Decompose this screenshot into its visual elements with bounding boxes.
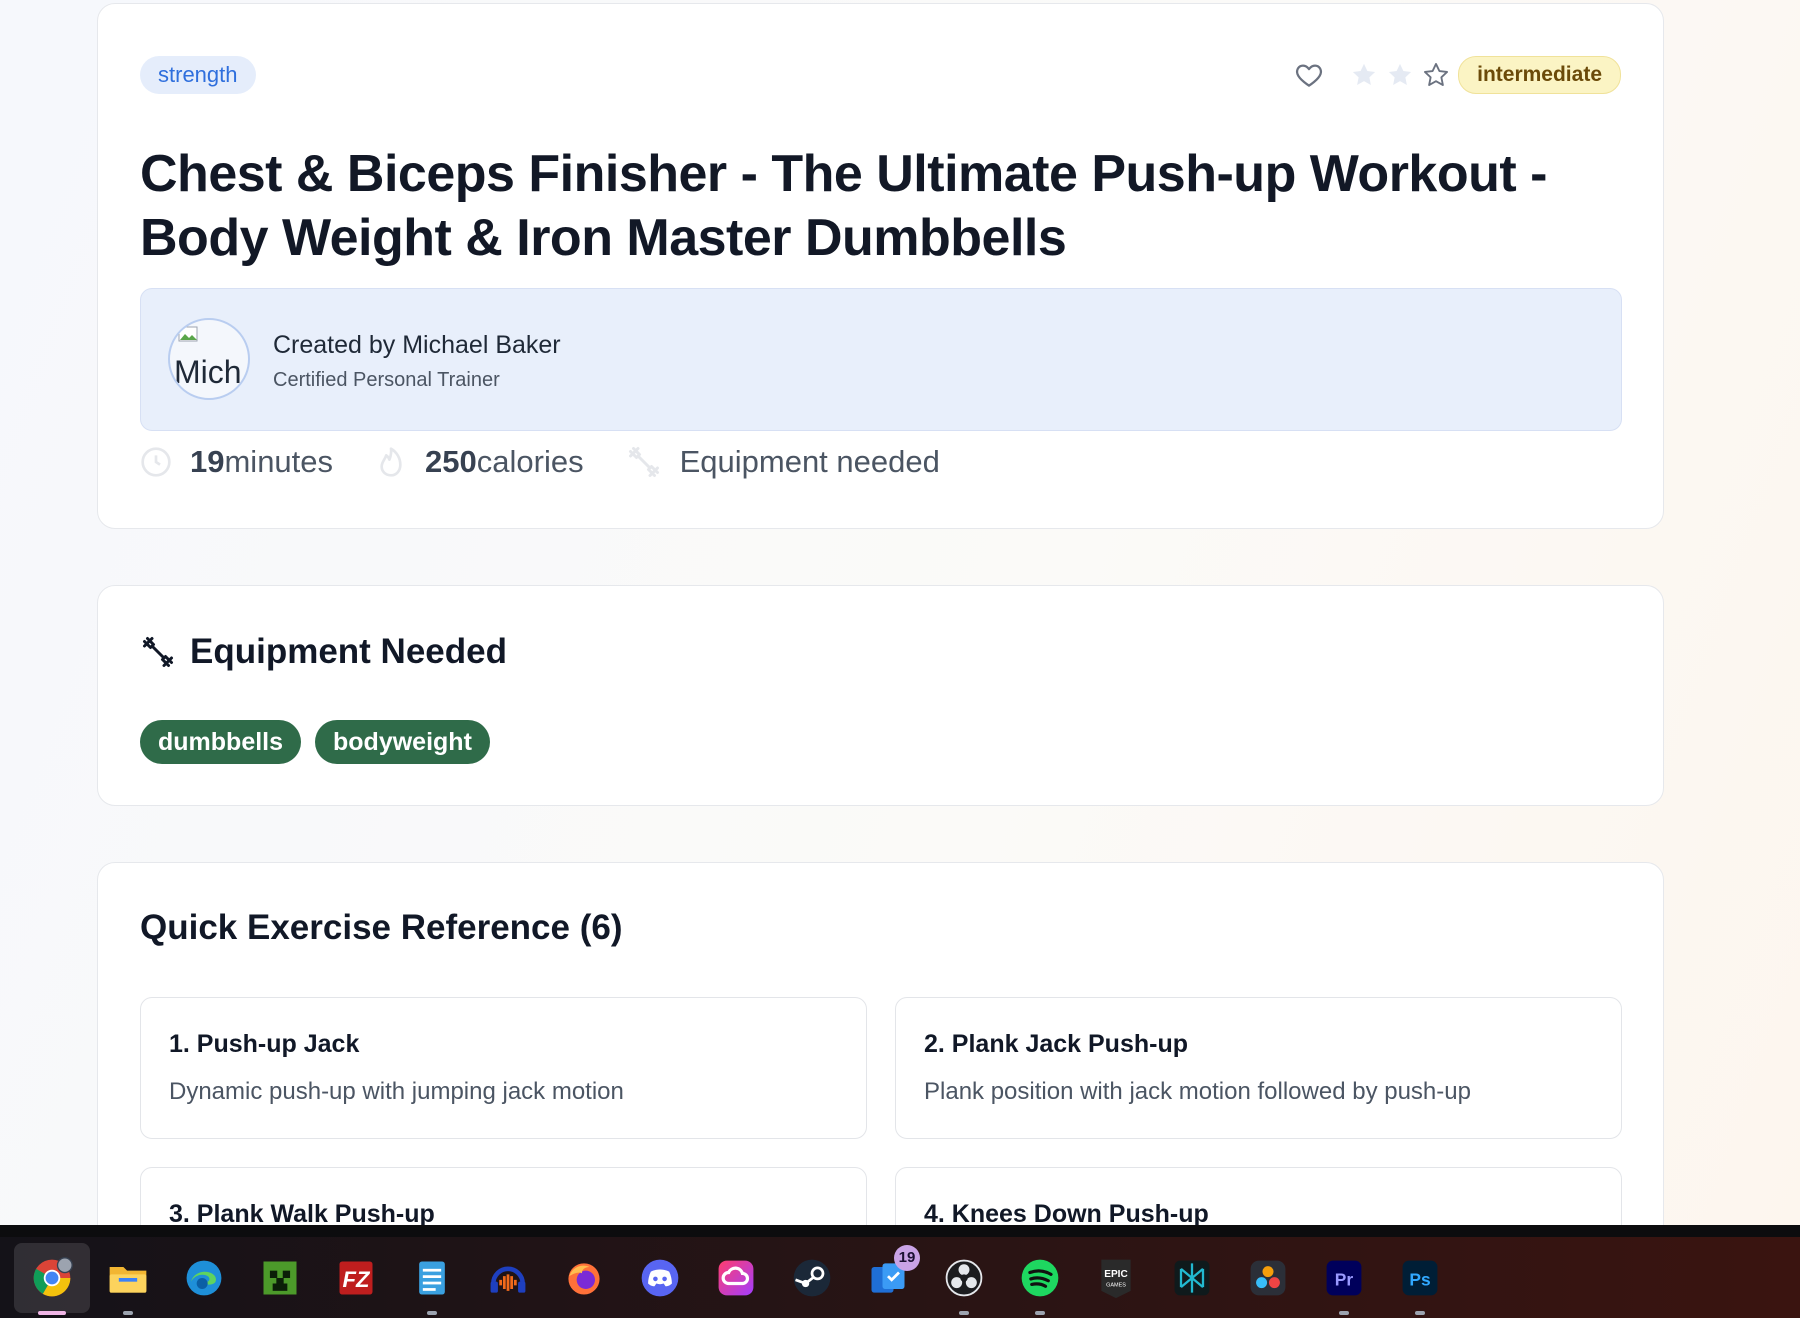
- creative-cloud-icon: [718, 1260, 754, 1296]
- exercise-card-2[interactable]: 2. Plank Jack Push-up Plank position wit…: [895, 997, 1622, 1139]
- equipment-card: Equipment Needed dumbbells bodyweight: [97, 585, 1664, 806]
- equipment-heading: Equipment Needed: [140, 632, 507, 672]
- taskbar-premiere-pro[interactable]: Pr: [1306, 1243, 1382, 1315]
- taskbar-steam[interactable]: [774, 1243, 850, 1313]
- taskbar-davinci-resolve[interactable]: [1230, 1243, 1306, 1313]
- difficulty-badge: intermediate: [1458, 56, 1621, 94]
- equipment-needed-label: Equipment needed: [679, 444, 940, 479]
- steam-icon: [793, 1259, 831, 1297]
- dumbbell-icon: [628, 447, 659, 477]
- taskbar-creative-cloud[interactable]: [698, 1243, 774, 1313]
- premiere-pro-icon: Pr: [1326, 1260, 1362, 1296]
- calories-stat: 250calories: [375, 444, 584, 480]
- taskbar-minecraft[interactable]: [242, 1243, 318, 1313]
- avatar-alt-text: Mich: [174, 354, 242, 390]
- epic-games-icon: EPIC GAMES: [1101, 1259, 1131, 1299]
- chrome-icon: [33, 1257, 73, 1297]
- perplexity-icon: [1174, 1260, 1210, 1296]
- svg-text:Pr: Pr: [1335, 1269, 1354, 1289]
- exercise-card-1[interactable]: 1. Push-up Jack Dynamic push-up with jum…: [140, 997, 867, 1139]
- quick-reference-heading: Quick Exercise Reference (6): [140, 908, 623, 947]
- exercise-description: Plank position with jack motion followed…: [924, 1078, 1471, 1105]
- svg-text:EPIC: EPIC: [1104, 1269, 1128, 1280]
- taskbar-firefox[interactable]: [546, 1243, 622, 1313]
- equipment-heading-text: Equipment Needed: [190, 632, 507, 671]
- equipment-list: dumbbells bodyweight: [140, 720, 504, 764]
- taskbar-audacity[interactable]: [470, 1243, 546, 1313]
- discord-icon: [641, 1259, 679, 1297]
- rating-star-1-icon[interactable]: [1350, 61, 1378, 89]
- taskbar-discord[interactable]: [622, 1243, 698, 1313]
- edge-icon: [186, 1260, 222, 1296]
- flame-icon: [380, 447, 402, 477]
- file-explorer-icon: [109, 1267, 147, 1293]
- running-indicator: [123, 1311, 133, 1315]
- equipment-stat: Equipment needed: [626, 444, 940, 480]
- running-indicator: [1415, 1311, 1425, 1315]
- exercise-name: 1. Push-up Jack: [169, 1030, 360, 1058]
- duration-stat: 19minutes: [140, 444, 333, 480]
- quick-reference-card: Quick Exercise Reference (6) 1. Push-up …: [97, 862, 1664, 1309]
- svg-text:GAMES: GAMES: [1106, 1282, 1126, 1288]
- taskbar-photoshop[interactable]: Ps: [1382, 1243, 1458, 1315]
- running-indicator: [1035, 1311, 1045, 1315]
- active-indicator: [38, 1311, 66, 1315]
- taskbar-epic-games[interactable]: EPIC GAMES: [1078, 1243, 1154, 1313]
- notification-badge: 19: [894, 1245, 920, 1271]
- taskbar-apps: FZ 19 EPIC GAMES Pr Ps: [14, 1243, 1458, 1315]
- exercise-name: 2. Plank Jack Push-up: [924, 1030, 1188, 1058]
- equipment-tag-dumbbells[interactable]: dumbbells: [140, 720, 302, 764]
- workout-title-line-2: Body Weight & Iron Master Dumbbells: [140, 209, 1067, 267]
- taskbar-obs[interactable]: [926, 1243, 1002, 1315]
- filezilla-icon: FZ: [339, 1261, 373, 1295]
- svg-text:Ps: Ps: [1409, 1269, 1430, 1289]
- calories-unit: calories: [476, 444, 584, 479]
- taskbar-notepad[interactable]: [394, 1243, 470, 1315]
- category-tag[interactable]: strength: [140, 56, 256, 94]
- obs-icon: [945, 1259, 983, 1297]
- taskbar: FZ 19 EPIC GAMES Pr Ps: [0, 1225, 1800, 1318]
- creator-avatar[interactable]: Mich: [168, 318, 250, 400]
- taskbar-task-app[interactable]: 19: [850, 1243, 926, 1313]
- header-actions: intermediate: [1294, 56, 1621, 94]
- running-indicator: [1339, 1311, 1349, 1315]
- davinci-resolve-icon: [1250, 1260, 1286, 1296]
- dumbbell-icon: [143, 637, 173, 667]
- clock-icon: [141, 447, 171, 477]
- creator-role: Certified Personal Trainer: [273, 369, 500, 391]
- rating-star-2-icon[interactable]: [1386, 61, 1414, 89]
- running-indicator: [427, 1311, 437, 1315]
- workout-title-line-1: Chest & Biceps Finisher - The Ultimate P…: [140, 145, 1547, 203]
- minecraft-icon: [263, 1261, 297, 1295]
- running-indicator: [959, 1311, 969, 1315]
- photoshop-icon: Ps: [1402, 1260, 1438, 1296]
- taskbar-file-explorer[interactable]: [90, 1243, 166, 1315]
- taskbar-chrome[interactable]: [14, 1243, 90, 1315]
- creator-name: Created by Michael Baker: [273, 331, 561, 359]
- firefox-icon: [568, 1263, 600, 1295]
- favorite-heart-icon[interactable]: [1294, 60, 1324, 90]
- notepad-icon: [419, 1261, 445, 1295]
- creator-box: Mich Created by Michael Baker Certified …: [140, 288, 1622, 431]
- taskbar-perplexity[interactable]: [1154, 1243, 1230, 1313]
- duration-unit: minutes: [224, 444, 334, 479]
- calories-value: 250: [425, 444, 477, 479]
- svg-text:FZ: FZ: [343, 1267, 371, 1292]
- audacity-icon: [490, 1266, 526, 1293]
- exercise-description: Dynamic push-up with jumping jack motion: [169, 1078, 624, 1105]
- workout-title: Chest & Biceps Finisher - The Ultimate P…: [140, 142, 1590, 270]
- taskbar-edge[interactable]: [166, 1243, 242, 1313]
- spotify-icon: [1021, 1259, 1059, 1297]
- workout-header-card: strength intermediate Chest & Biceps Fin…: [97, 3, 1664, 529]
- duration-value: 19: [190, 444, 225, 479]
- equipment-tag-bodyweight[interactable]: bodyweight: [315, 720, 490, 764]
- taskbar-filezilla[interactable]: FZ: [318, 1243, 394, 1313]
- workout-stats: 19minutes 250calories Equipment needed: [140, 444, 982, 480]
- rating-star-3-icon[interactable]: [1422, 61, 1450, 89]
- taskbar-spotify[interactable]: [1002, 1243, 1078, 1315]
- broken-image-icon: [178, 326, 198, 342]
